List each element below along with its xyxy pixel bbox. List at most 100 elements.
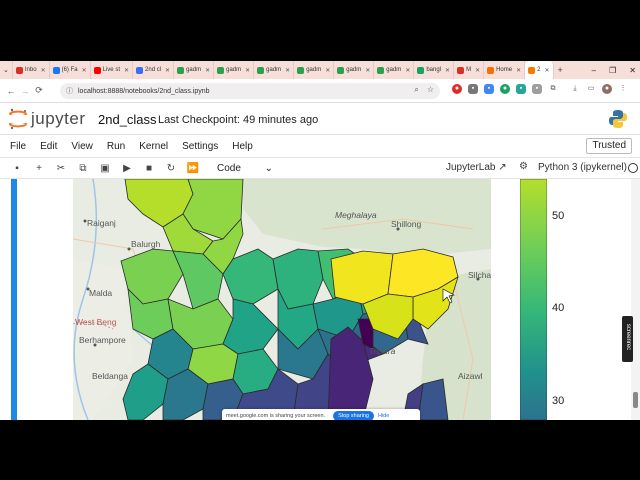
- cut-icon[interactable]: ✂: [50, 163, 72, 174]
- browser-tab[interactable]: bangl ✕: [414, 61, 455, 79]
- menu-run[interactable]: Run: [107, 141, 125, 152]
- download-icon[interactable]: ⤓: [570, 84, 580, 94]
- browser-tab[interactable]: gadm ✕: [294, 61, 335, 79]
- sidepanel-icon[interactable]: ▭: [586, 84, 596, 94]
- reload-icon[interactable]: ⟳: [32, 85, 46, 96]
- notebook-name[interactable]: 2nd_class: [98, 112, 157, 127]
- notebook-scrollbar[interactable]: [631, 179, 640, 420]
- tab-close-icon[interactable]: ✕: [325, 67, 330, 74]
- paste-icon[interactable]: ▣: [94, 163, 116, 174]
- tab-close-icon[interactable]: ✕: [245, 67, 250, 74]
- stop-icon[interactable]: ■: [138, 163, 160, 174]
- colorbar-tick-30: 30: [552, 395, 565, 407]
- url-bar[interactable]: ⓘ localhost:8888/notebooks/2nd_class.ipy…: [60, 83, 440, 99]
- new-tab-button[interactable]: +: [554, 65, 567, 75]
- maximize-icon[interactable]: ❐: [609, 66, 616, 75]
- stop-sharing-button[interactable]: Stop sharing: [333, 411, 374, 420]
- browser-tab[interactable]: gadm ✕: [334, 61, 375, 79]
- extension-grey2-icon[interactable]: ▪: [532, 84, 542, 94]
- tab-label: 2nd cl: [145, 67, 162, 73]
- tab-close-icon[interactable]: ✕: [205, 67, 210, 74]
- tab-list-icon[interactable]: ⌄: [0, 61, 13, 79]
- browser-tab[interactable]: (6) Fa ✕: [50, 61, 91, 79]
- extensions-puzzle-icon[interactable]: ⧉: [548, 84, 558, 94]
- jupyterlab-link[interactable]: JupyterLab ↗: [446, 162, 507, 173]
- jupyterlab-link-label: JupyterLab: [446, 162, 496, 173]
- screen-recorder-widget[interactable]: screenrec: [622, 316, 633, 362]
- tab-close-icon[interactable]: ✕: [475, 67, 480, 74]
- menu-edit[interactable]: Edit: [40, 141, 57, 152]
- checkpoint-status: Last Checkpoint: 49 minutes ago: [158, 114, 319, 126]
- extension-teal-icon[interactable]: ▪: [516, 84, 526, 94]
- back-icon[interactable]: ←: [4, 86, 18, 96]
- tab-favicon-icon: [297, 66, 305, 74]
- tab-close-icon[interactable]: ✕: [82, 67, 87, 74]
- jupyter-logo-icon[interactable]: [8, 108, 28, 130]
- tab-close-icon[interactable]: ✕: [285, 67, 290, 74]
- tab-favicon-icon: [93, 66, 101, 74]
- extension-green-icon[interactable]: ●: [500, 84, 510, 94]
- bookmark-star-icon[interactable]: ☆: [427, 85, 434, 95]
- cell-type-value: Code: [217, 162, 241, 174]
- tab-close-icon[interactable]: ✕: [124, 67, 129, 74]
- minimize-icon[interactable]: –: [592, 66, 596, 75]
- menu-kernel[interactable]: Kernel: [139, 141, 168, 152]
- browser-tab[interactable]: gadm ✕: [174, 61, 215, 79]
- tab-close-icon[interactable]: ✕: [544, 67, 549, 74]
- screen-recorder-label: screenrec: [625, 323, 631, 351]
- browser-tab[interactable]: gadm ✕: [254, 61, 295, 79]
- run-icon[interactable]: ▶: [116, 163, 138, 174]
- tab-close-icon[interactable]: ✕: [405, 67, 410, 74]
- cell-selection-bar[interactable]: [11, 179, 17, 420]
- tab-label: gadm: [226, 67, 242, 73]
- trusted-button[interactable]: Trusted: [586, 138, 632, 154]
- browser-tab[interactable]: 2nd cl ✕: [133, 61, 175, 79]
- menu-view[interactable]: View: [71, 141, 93, 152]
- menu-file[interactable]: File: [10, 141, 26, 152]
- tab-close-icon[interactable]: ✕: [41, 67, 46, 74]
- menu-help[interactable]: Help: [232, 141, 253, 152]
- copy-icon[interactable]: ⧉: [72, 163, 94, 174]
- kernel-settings-icon[interactable]: ⚙: [519, 161, 528, 172]
- tab-close-icon[interactable]: ✕: [365, 67, 370, 74]
- extension-red-icon[interactable]: ●: [452, 84, 462, 94]
- tab-label: Home: [496, 67, 513, 73]
- add-cell-icon[interactable]: +: [28, 163, 50, 174]
- save-icon[interactable]: ▪: [6, 163, 28, 174]
- browser-tab[interactable]: M ✕: [454, 61, 485, 79]
- browser-tab[interactable]: 2 ✕: [525, 61, 554, 79]
- tab-close-icon[interactable]: ✕: [165, 67, 170, 74]
- window-controls: – ❐ ✕: [592, 61, 636, 79]
- tab-close-icon[interactable]: ✕: [445, 67, 450, 74]
- extension-grey-icon[interactable]: ▪: [468, 84, 478, 94]
- browser-tab[interactable]: gadm ✕: [374, 61, 415, 79]
- restart-icon[interactable]: ↻: [160, 163, 182, 174]
- site-info-icon[interactable]: ⓘ: [66, 86, 73, 96]
- browser-tab[interactable]: Inbo ✕: [13, 61, 50, 79]
- menu-settings[interactable]: Settings: [182, 141, 218, 152]
- close-icon[interactable]: ✕: [629, 66, 636, 75]
- scrollbar-thumb[interactable]: [633, 392, 638, 408]
- extension-blue-icon[interactable]: ▪: [484, 84, 494, 94]
- map-label-balurghat: Balurgh: [131, 239, 161, 249]
- tab-label: gadm: [386, 67, 402, 73]
- map-label-meghalaya: Meghalaya: [335, 210, 377, 220]
- browser-tab[interactable]: gadm ✕: [214, 61, 255, 79]
- tab-favicon-icon: [257, 66, 265, 74]
- fast-forward-icon[interactable]: ⏩: [182, 163, 204, 174]
- browser-menu-icon[interactable]: ⋮: [618, 84, 628, 94]
- browser-tab[interactable]: Live st ✕: [91, 61, 134, 79]
- chevron-down-icon: ⌄: [264, 162, 273, 174]
- kernel-name[interactable]: Python 3 (ipykernel): [538, 162, 627, 173]
- tab-close-icon[interactable]: ✕: [516, 67, 521, 74]
- hide-banner-button[interactable]: Hide: [378, 413, 389, 419]
- zoom-icon[interactable]: ⌕: [414, 85, 418, 95]
- share-banner-text: meet.google.com is sharing your screen.: [226, 413, 326, 419]
- profile-avatar-icon[interactable]: ●: [602, 84, 612, 94]
- forward-icon[interactable]: →: [18, 86, 32, 96]
- map-label-tripura: Tripura: [369, 346, 396, 356]
- jupyter-logo-text[interactable]: jupyter: [31, 109, 86, 129]
- cell-type-select[interactable]: Code ⌄: [214, 160, 276, 176]
- tab-label: Live st: [102, 67, 120, 73]
- browser-tab[interactable]: Home ✕: [484, 61, 526, 79]
